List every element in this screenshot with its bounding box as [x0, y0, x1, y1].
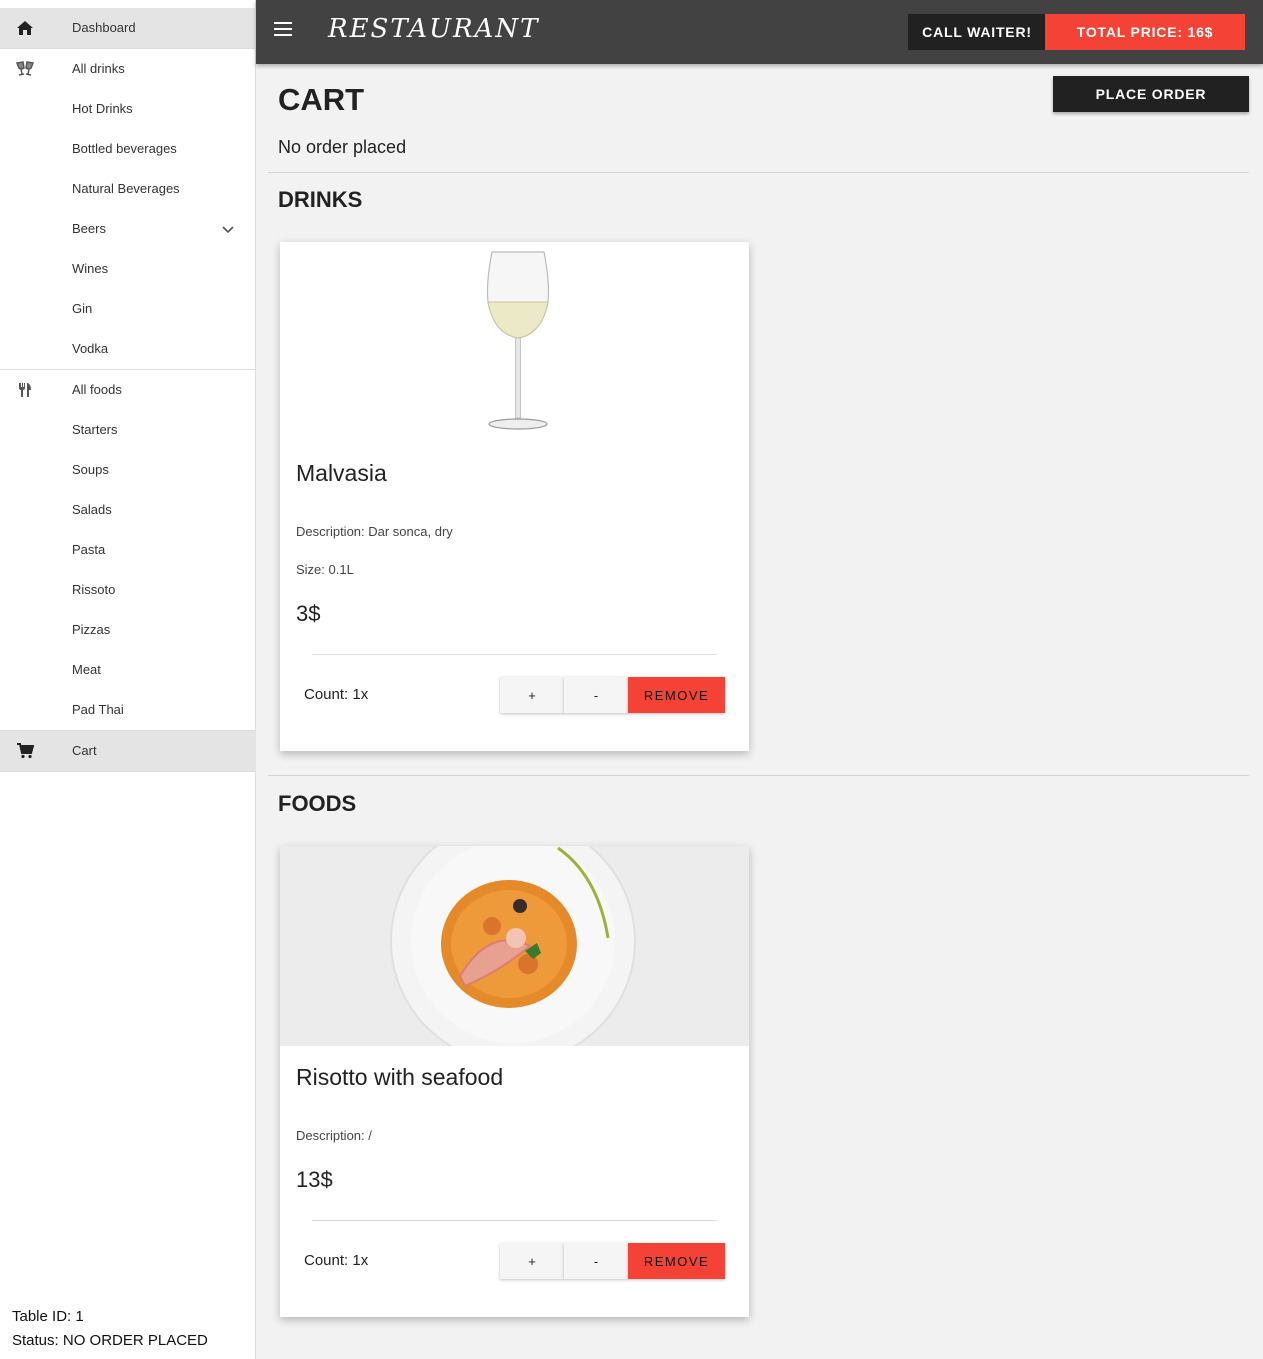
chevron-down-icon[interactable] — [220, 221, 236, 237]
sidebar-item-salads[interactable]: Salads — [0, 490, 256, 530]
table-id: Table ID: 1 — [12, 1308, 84, 1325]
sidebar-item-label: Hot Drinks — [72, 101, 133, 116]
sidebar-item-label: Bottled beverages — [72, 141, 177, 156]
sidebar-item-pizzas[interactable]: Pizzas — [0, 610, 256, 650]
menu-icon[interactable] — [274, 22, 294, 42]
brand-logo: RESTAURANT — [328, 14, 540, 44]
sidebar-item-pasta[interactable]: Pasta — [0, 530, 256, 570]
cutlery-icon — [14, 380, 36, 400]
sidebar-item-dashboard[interactable]: Dashboard — [0, 8, 256, 48]
divider — [0, 771, 256, 772]
table-info: Table ID: 1 Status: NO ORDER PLACED — [12, 1305, 208, 1353]
sidebar-item-label: Meat — [72, 662, 101, 677]
sidebar-item-gin[interactable]: Gin — [0, 289, 256, 329]
item-count: Count: 1x — [304, 686, 369, 703]
page-title: CART — [278, 82, 365, 117]
sidebar-item-hot-drinks[interactable]: Hot Drinks — [0, 89, 256, 129]
sidebar-item-label: Salads — [72, 502, 112, 517]
item-description: Description: / — [296, 1128, 372, 1143]
increase-button[interactable]: + — [500, 1243, 564, 1279]
sidebar-item-label: Pad Thai — [72, 702, 124, 717]
item-price: 3$ — [296, 601, 321, 626]
remove-button[interactable]: REMOVE — [628, 677, 725, 713]
item-price: 13$ — [296, 1167, 333, 1192]
sidebar-item-bottled-beverages[interactable]: Bottled beverages — [0, 129, 256, 169]
wine-glass-image — [280, 242, 749, 442]
total-price-button[interactable]: TOTAL PRICE: 16$ — [1045, 14, 1245, 50]
item-count: Count: 1x — [304, 1252, 369, 1269]
sidebar-item-label: All drinks — [72, 61, 125, 76]
sidebar-item-soups[interactable]: Soups — [0, 450, 256, 490]
sidebar: Dashboard All drinks Hot Drinks Bottled … — [0, 0, 256, 1359]
cart-item-card: Malvasia Description: Dar sonca, dry Siz… — [280, 242, 749, 751]
sidebar-item-all-drinks[interactable]: All drinks — [0, 49, 256, 89]
sidebar-item-label: Gin — [72, 301, 93, 316]
foods-heading: FOODS — [278, 791, 357, 816]
glasses-icon — [14, 59, 36, 79]
remove-button[interactable]: REMOVE — [628, 1243, 725, 1279]
divider — [268, 172, 1249, 173]
sidebar-item-label: Beers — [72, 221, 106, 236]
sidebar-item-label: Vodka — [72, 341, 109, 356]
sidebar-item-label: Wines — [72, 261, 109, 276]
sidebar-item-beers[interactable]: Beers — [0, 209, 256, 249]
sidebar-item-label: All foods — [72, 382, 122, 397]
sidebar-item-label: Starters — [72, 422, 118, 437]
home-icon — [14, 18, 36, 38]
cart-icon — [14, 741, 36, 761]
sidebar-item-wines[interactable]: Wines — [0, 249, 256, 289]
place-order-button[interactable]: PLACE ORDER — [1053, 76, 1249, 112]
sidebar-item-natural-beverages[interactable]: Natural Beverages — [0, 169, 256, 209]
sidebar-item-cart[interactable]: Cart — [0, 731, 256, 771]
sidebar-item-label: Pasta — [72, 542, 106, 557]
drinks-heading: DRINKS — [278, 187, 363, 212]
risotto-image — [280, 846, 749, 1046]
increase-button[interactable]: + — [500, 677, 564, 713]
sidebar-item-pad-thai[interactable]: Pad Thai — [0, 690, 256, 730]
sidebar-item-vodka[interactable]: Vodka — [0, 329, 256, 369]
sidebar-item-label: Rissoto — [72, 582, 116, 597]
divider — [312, 654, 717, 655]
decrease-button[interactable]: - — [564, 1243, 628, 1279]
call-waiter-button[interactable]: CALL WAITER! — [908, 14, 1046, 50]
sidebar-item-all-foods[interactable]: All foods — [0, 370, 256, 410]
sidebar-item-label: Cart — [72, 743, 97, 758]
item-name: Malvasia — [296, 460, 387, 486]
sidebar-item-label: Natural Beverages — [72, 181, 180, 196]
divider — [268, 775, 1249, 776]
sidebar-item-label: Dashboard — [72, 20, 136, 35]
sidebar-item-meat[interactable]: Meat — [0, 650, 256, 690]
cart-item-card: Risotto with seafood Description: / 13$ … — [280, 846, 749, 1317]
sidebar-item-label: Pizzas — [72, 622, 111, 637]
sidebar-item-starters[interactable]: Starters — [0, 410, 256, 450]
sidebar-item-rissoto[interactable]: Rissoto — [0, 570, 256, 610]
item-description: Description: Dar sonca, dry — [296, 524, 453, 539]
sidebar-item-label: Soups — [72, 462, 109, 477]
top-app-bar: RESTAURANT CALL WAITER! TOTAL PRICE: 16$ — [256, 0, 1263, 64]
order-status: No order placed — [278, 137, 407, 157]
decrease-button[interactable]: - — [564, 677, 628, 713]
item-name: Risotto with seafood — [296, 1064, 504, 1090]
order-status-text: Status: NO ORDER PLACED — [12, 1332, 208, 1349]
divider — [312, 1220, 717, 1221]
item-size: Size: 0.1L — [296, 562, 354, 577]
